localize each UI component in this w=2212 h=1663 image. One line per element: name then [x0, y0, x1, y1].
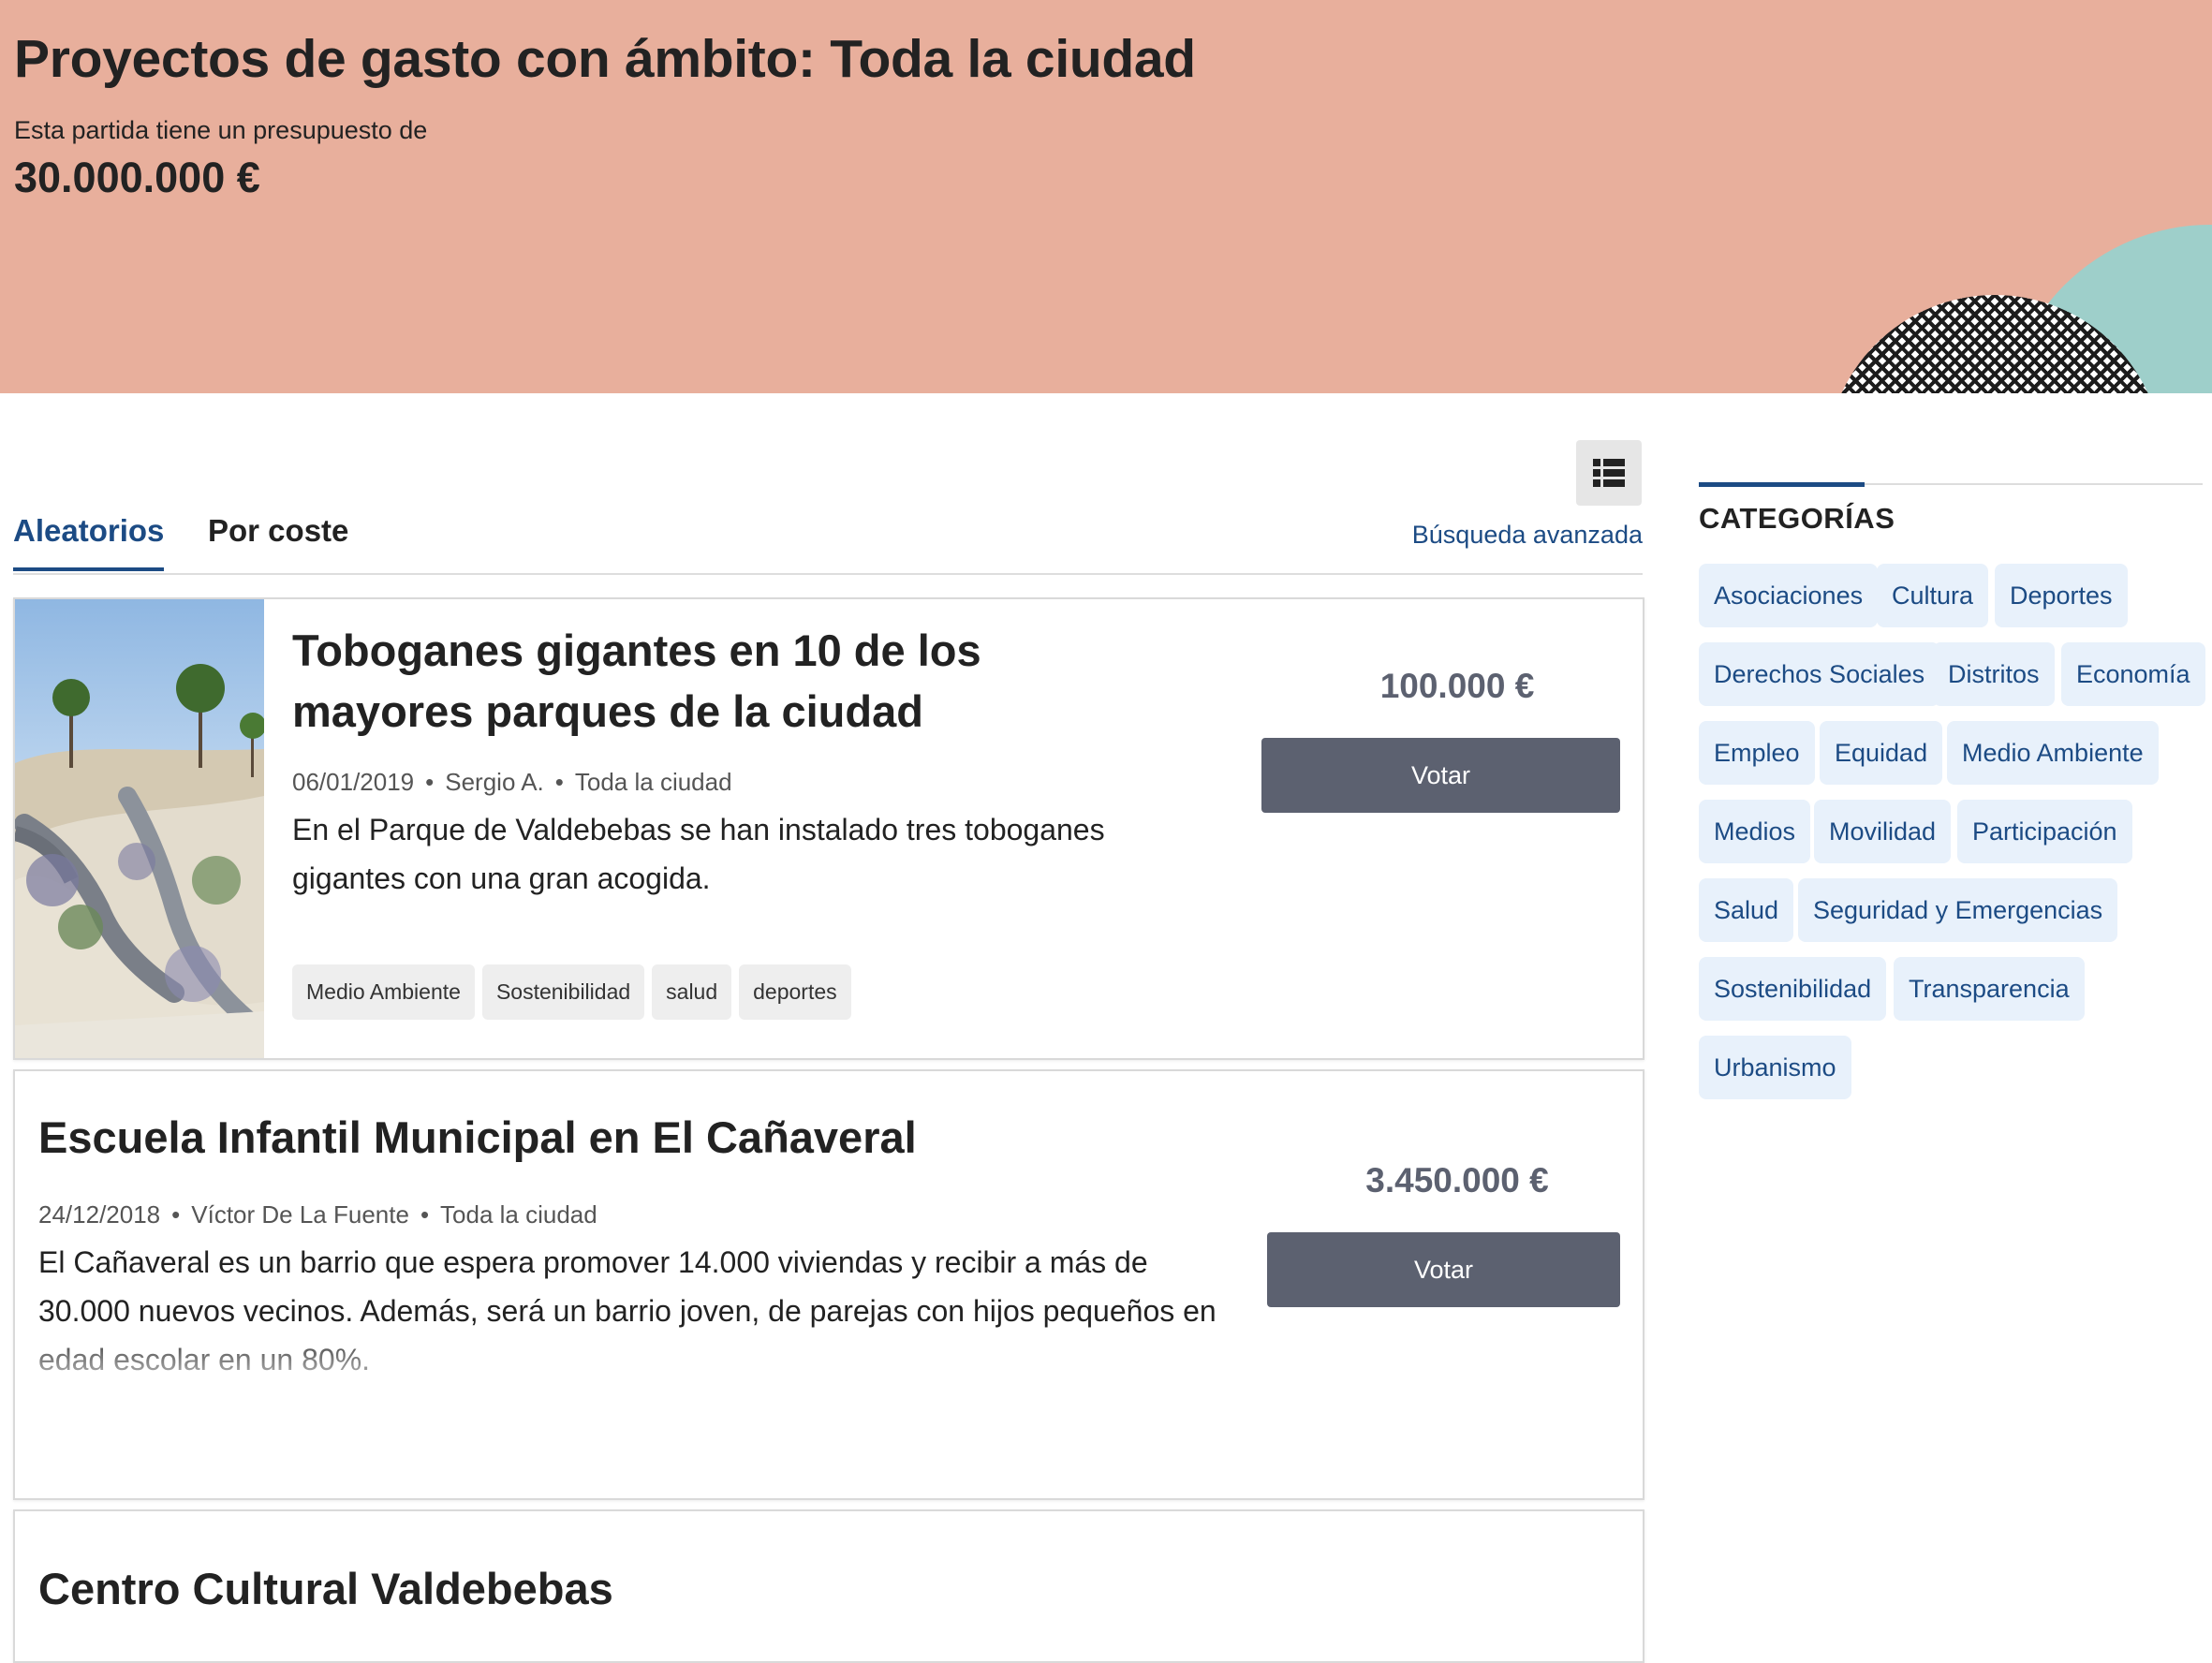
category-medio-ambiente[interactable]: Medio Ambiente — [1947, 721, 2159, 785]
project-price: 3.450.000 € — [1365, 1161, 1549, 1199]
project-card: Toboganes gigantes en 10 de los mayores … — [13, 597, 1644, 1060]
project-scope: Toda la ciudad — [574, 768, 732, 796]
tag-sostenibilidad[interactable]: Sostenibilidad — [481, 964, 645, 1020]
vote-button[interactable]: Votar — [1267, 1232, 1620, 1307]
meta-separator: • — [171, 1200, 181, 1229]
category-distritos[interactable]: Distritos — [1933, 642, 2055, 706]
project-meta: 06/01/2019 • Sergio A. • Toda la ciudad — [292, 768, 732, 797]
sidebar-accent-bar — [1699, 482, 1865, 487]
project-description: En el Parque de Valdebebas se han instal… — [292, 813, 1105, 895]
budget-label: Esta partida tiene un presupuesto de — [14, 116, 428, 144]
project-card: Centro Cultural Valdebebas — [13, 1509, 1644, 1663]
categories-title: CATEGORÍAS — [1699, 502, 1895, 535]
category-asociaciones[interactable]: Asociaciones — [1699, 564, 1879, 627]
project-author[interactable]: Sergio A. — [445, 768, 544, 796]
category-sostenibilidad[interactable]: Sostenibilidad — [1699, 957, 1887, 1021]
list-view-icon — [1593, 459, 1625, 487]
project-date: 24/12/2018 — [38, 1200, 161, 1229]
meta-separator: • — [425, 768, 435, 796]
project-card: Escuela Infantil Municipal en El Cañaver… — [13, 1069, 1644, 1500]
advanced-search-link[interactable]: Búsqueda avanzada — [1412, 521, 1643, 550]
project-image — [15, 599, 264, 1058]
project-tags: Medio Ambiente Sostenibilidad salud depo… — [292, 964, 851, 1020]
category-economia[interactable]: Economía — [2061, 642, 2205, 706]
project-date: 06/01/2019 — [292, 768, 415, 796]
category-seguridad-emergencias[interactable]: Seguridad y Emergencias — [1798, 878, 2118, 942]
project-title[interactable]: Toboganes gigantes en 10 de los mayores … — [292, 620, 1135, 742]
page-header: Proyectos de gasto con ámbito: Toda la c… — [0, 0, 2212, 393]
tabs-divider — [13, 573, 1643, 575]
category-urbanismo[interactable]: Urbanismo — [1699, 1036, 1851, 1099]
category-deportes[interactable]: Deportes — [1995, 564, 2128, 627]
meta-separator: • — [554, 768, 564, 796]
category-salud[interactable]: Salud — [1699, 878, 1794, 942]
project-price: 100.000 € — [1379, 667, 1535, 705]
category-equidad[interactable]: Equidad — [1820, 721, 1943, 785]
category-derechos-sociales[interactable]: Derechos Sociales — [1699, 642, 1940, 706]
view-toggle-button[interactable] — [1576, 440, 1642, 506]
project-title[interactable]: Centro Cultural Valdebebas — [38, 1558, 1162, 1619]
tab-random[interactable]: Aleatorios — [13, 513, 165, 571]
vote-button[interactable]: Votar — [1261, 738, 1620, 813]
project-scope: Toda la ciudad — [440, 1200, 597, 1229]
budget-amount: 30.000.000 € — [14, 154, 260, 201]
category-transparencia[interactable]: Transparencia — [1894, 957, 2085, 1021]
project-title[interactable]: Escuela Infantil Municipal en El Cañaver… — [38, 1107, 1162, 1168]
category-cultura[interactable]: Cultura — [1877, 564, 1989, 627]
category-empleo[interactable]: Empleo — [1699, 721, 1815, 785]
category-participacion[interactable]: Participación — [1957, 800, 2132, 863]
category-movilidad[interactable]: Movilidad — [1814, 800, 1952, 863]
tab-by-cost[interactable]: Por coste — [208, 513, 348, 549]
project-meta: 24/12/2018 • Víctor De La Fuente • Toda la c… — [38, 1200, 597, 1229]
project-description: El Cañaveral es un barrio que espera pro… — [38, 1245, 1217, 1376]
tag-medio-ambiente[interactable]: Medio Ambiente — [292, 964, 475, 1020]
category-medios[interactable]: Medios — [1699, 800, 1811, 863]
project-author[interactable]: Víctor De La Fuente — [191, 1200, 409, 1229]
tag-salud[interactable]: salud — [652, 964, 732, 1020]
tag-deportes[interactable]: deportes — [739, 964, 851, 1020]
meta-separator: • — [420, 1200, 430, 1229]
page-title: Proyectos de gasto con ámbito: Toda la c… — [14, 29, 1196, 89]
